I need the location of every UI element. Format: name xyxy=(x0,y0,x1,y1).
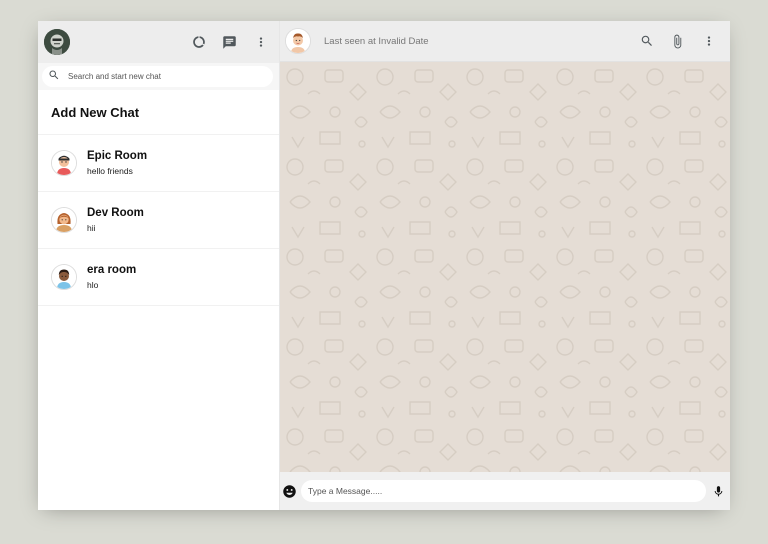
last-seen-text: Last seen at Invalid Date xyxy=(324,35,429,47)
chat-panel: Last seen at Invalid Date xyxy=(280,21,730,510)
add-new-chat-button[interactable]: Add New Chat xyxy=(38,90,279,135)
emoji-icon[interactable] xyxy=(281,483,297,499)
message-input[interactable] xyxy=(301,480,706,502)
chat-avatar xyxy=(51,207,77,233)
chat-header-info: Last seen at Invalid Date xyxy=(324,36,638,47)
whatsapp-app: Add New Chat Epic Room he xyxy=(38,21,730,510)
attach-icon[interactable] xyxy=(669,33,686,50)
user-avatar[interactable] xyxy=(44,29,70,55)
chat-footer xyxy=(280,472,730,510)
new-chat-icon[interactable] xyxy=(221,34,238,51)
more-vert-icon[interactable] xyxy=(252,34,269,51)
add-new-chat-label: Add New Chat xyxy=(51,104,140,120)
mic-icon[interactable] xyxy=(710,483,726,499)
chat-item-era-room[interactable]: era room hlo xyxy=(38,249,279,306)
sidebar-header xyxy=(38,21,279,63)
chat-name: era room xyxy=(87,264,137,276)
chat-item-epic-room[interactable]: Epic Room hello friends xyxy=(38,135,279,192)
chat-avatar xyxy=(51,264,77,290)
sidebar: Add New Chat Epic Room he xyxy=(38,21,280,510)
room-avatar[interactable] xyxy=(285,28,311,54)
chat-avatar xyxy=(51,150,77,176)
search-icon[interactable] xyxy=(638,33,655,50)
sidebar-search xyxy=(38,63,279,90)
chat-item-dev-room[interactable]: Dev Room hii xyxy=(38,192,279,249)
chat-header: Last seen at Invalid Date xyxy=(280,21,730,62)
chat-last-message: hii xyxy=(87,223,96,233)
more-vert-icon[interactable] xyxy=(700,33,717,50)
message-form xyxy=(301,480,706,502)
chat-list: Add New Chat Epic Room hello friends Dev… xyxy=(38,90,279,510)
status-icon[interactable] xyxy=(190,34,207,51)
chat-last-message: hlo xyxy=(87,280,99,290)
search-input[interactable] xyxy=(68,72,248,81)
wallpaper-doodle-pattern xyxy=(280,62,730,472)
chat-last-message: hello friends xyxy=(87,166,133,176)
chat-name: Epic Room xyxy=(87,150,148,162)
chat-name: Dev Room xyxy=(87,207,144,219)
chat-body-wallpaper xyxy=(280,62,730,472)
search-icon xyxy=(48,68,60,86)
search-box xyxy=(42,66,273,87)
